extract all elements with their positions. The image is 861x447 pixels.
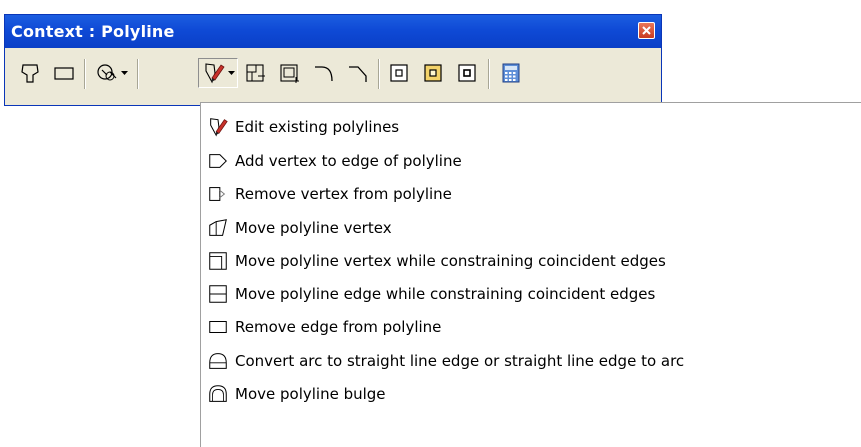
menu-item-move-edge-constrained[interactable]: Move polyline edge while constraining co… [207, 281, 655, 307]
vertex-square-button[interactable] [384, 58, 414, 88]
vertex-square-highlight-icon [424, 64, 442, 82]
title-bar[interactable]: Context : Polyline [5, 15, 661, 48]
constrain-edge-icon [207, 283, 229, 305]
constrain-vertex-button[interactable] [241, 58, 271, 88]
menu-item-label: Move polyline edge while constraining co… [235, 285, 656, 303]
menu-item-remove-vertex[interactable]: Remove vertex from polyline [207, 181, 452, 207]
line-corner-icon [349, 66, 367, 82]
edit-polyline-icon [204, 63, 225, 84]
constrain-edge-button[interactable] [275, 58, 305, 88]
circle-dropdown-button[interactable] [91, 58, 131, 88]
arc-corner-button[interactable] [309, 58, 339, 88]
context-toolbar-window: Context : Polyline [4, 14, 662, 106]
menu-item-label: Move polyline vertex while constraining … [235, 252, 666, 270]
close-button[interactable] [638, 22, 655, 39]
vertex-square-icon [390, 64, 408, 82]
constrain-vertex-icon [207, 250, 229, 272]
vertex-square-alt-button[interactable] [452, 58, 482, 88]
menu-item-label: Move polyline bulge [235, 385, 386, 403]
calculator-button[interactable] [496, 58, 526, 88]
arc-corner-icon [315, 66, 333, 82]
dropdown-arrow-icon [120, 70, 128, 75]
toolbar-separator [84, 59, 85, 89]
edit-polyline-dropdown-button[interactable] [198, 58, 238, 88]
polyline-shape-icon [21, 64, 39, 83]
menu-item-edit-existing-polylines[interactable]: Edit existing polylines [207, 114, 399, 140]
menu-item-move-vertex-constrained[interactable]: Move polyline vertex while constraining … [207, 248, 666, 274]
menu-item-label: Move polyline vertex [235, 219, 392, 237]
remove-vertex-icon [207, 183, 229, 205]
menu-item-add-vertex[interactable]: Add vertex to edge of polyline [207, 148, 462, 174]
menu-item-label: Remove edge from polyline [235, 318, 442, 336]
menu-item-label: Add vertex to edge of polyline [235, 152, 462, 170]
constrain-vertex-icon [246, 64, 265, 82]
window-title: Context : Polyline [11, 22, 175, 41]
menu-item-convert-arc[interactable]: Convert arc to straight line edge or str… [207, 348, 684, 374]
menu-item-label: Edit existing polylines [235, 118, 400, 136]
toolbar-separator [488, 59, 489, 89]
circle-icon [96, 64, 116, 81]
dropdown-arrow-icon [227, 70, 235, 75]
move-bulge-icon [207, 383, 229, 405]
menu-item-label: Remove vertex from polyline [235, 185, 452, 203]
close-icon [642, 26, 651, 35]
edit-polyline-dropdown-menu: Edit existing polylines Add vertex to ed… [200, 102, 861, 447]
menu-item-remove-edge[interactable]: Remove edge from polyline [207, 314, 441, 340]
toolbar-separator [378, 59, 379, 89]
add-vertex-icon [207, 150, 229, 172]
line-corner-button[interactable] [343, 58, 373, 88]
toolbar [5, 48, 661, 105]
edit-polyline-icon [207, 116, 229, 138]
calculator-icon [502, 63, 520, 83]
rectangle-icon [54, 67, 74, 80]
menu-item-label: Convert arc to straight line edge or str… [235, 352, 685, 370]
menu-item-move-vertex[interactable]: Move polyline vertex [207, 215, 392, 241]
remove-edge-icon [207, 316, 229, 338]
polyline-shape-button[interactable] [15, 58, 45, 88]
vertex-square-highlight-button[interactable] [418, 58, 448, 88]
convert-arc-icon [207, 350, 229, 372]
move-vertex-icon [207, 217, 229, 239]
rectangle-button[interactable] [49, 58, 79, 88]
vertex-square-alt-icon [458, 64, 476, 82]
constrain-edge-icon [280, 64, 299, 83]
menu-item-move-bulge[interactable]: Move polyline bulge [207, 381, 386, 407]
toolbar-separator [137, 59, 138, 89]
